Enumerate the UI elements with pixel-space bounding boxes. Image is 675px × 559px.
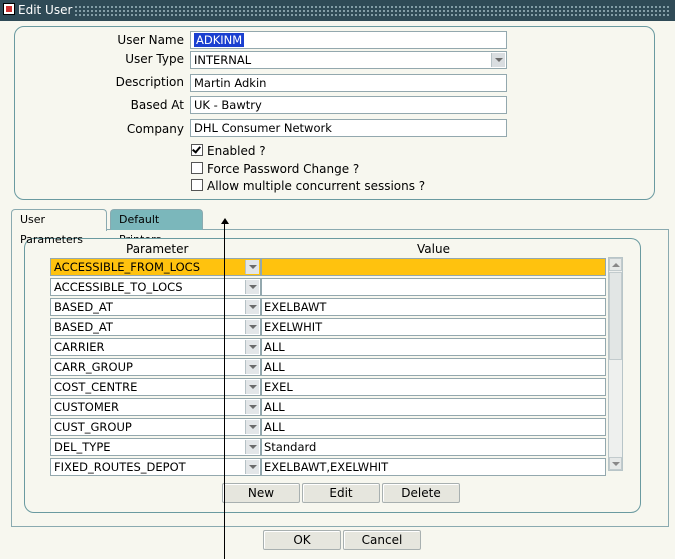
chevron-down-icon[interactable] xyxy=(245,260,259,274)
cancel-button[interactable]: Cancel xyxy=(343,530,421,550)
value-cell[interactable] xyxy=(261,278,606,296)
company-label: Company xyxy=(126,122,184,136)
edit-button[interactable]: Edit xyxy=(302,483,380,503)
window-title: Edit User xyxy=(18,3,73,17)
chevron-down-icon[interactable] xyxy=(245,380,259,394)
parameter-cell[interactable]: ACCESSIBLE_FROM_LOCS xyxy=(50,258,261,276)
value-cell[interactable]: ALL xyxy=(261,398,606,416)
chevron-down-icon[interactable] xyxy=(245,440,259,454)
user-type-value: INTERNAL xyxy=(194,53,252,67)
value-cell-text: EXELBAWT xyxy=(264,300,327,314)
value-cell[interactable]: ALL xyxy=(261,418,606,436)
parameter-cell-text: BASED_AT xyxy=(54,300,113,314)
scroll-thumb[interactable] xyxy=(609,272,622,360)
enabled-checkbox[interactable]: Enabled ? xyxy=(191,144,266,158)
parameter-cell[interactable]: BASED_AT xyxy=(50,298,261,316)
chevron-down-icon[interactable] xyxy=(245,360,259,374)
scroll-up-icon[interactable] xyxy=(609,258,622,271)
value-cell-text: EXELWHIT xyxy=(264,320,323,334)
parameter-cell-text: DEL_TYPE xyxy=(54,440,111,454)
value-column-header: Value xyxy=(417,242,450,256)
grid-scrollbar[interactable] xyxy=(608,257,623,471)
value-cell[interactable]: Standard xyxy=(261,438,606,456)
parameter-cell[interactable]: CARRIER xyxy=(50,338,261,356)
parameter-cell[interactable]: FIXED_ROUTES_DEPOT xyxy=(50,458,261,476)
parameter-cell-text: CARRIER xyxy=(54,340,105,354)
cursor-line xyxy=(224,222,225,559)
value-cell-text: ALL xyxy=(264,400,285,414)
chevron-down-icon[interactable] xyxy=(245,400,259,414)
checkbox-unchecked-icon[interactable] xyxy=(191,162,203,174)
user-type-label: User Type xyxy=(125,52,184,66)
enabled-label: Enabled ? xyxy=(207,144,266,158)
parameter-cell[interactable]: CUST_GROUP xyxy=(50,418,261,436)
description-value: Martin Adkin xyxy=(194,76,267,90)
value-cell-text: EXELBAWT,EXELWHIT xyxy=(264,460,389,474)
chevron-down-icon[interactable] xyxy=(245,300,259,314)
parameter-cell-text: BASED_AT xyxy=(54,320,113,334)
value-cell[interactable]: ALL xyxy=(261,358,606,376)
titlebar-grip xyxy=(74,5,671,16)
value-cell-text: EXEL xyxy=(264,380,293,394)
value-cell-text: Standard xyxy=(264,440,317,454)
parameter-cell[interactable]: DEL_TYPE xyxy=(50,438,261,456)
user-name-value: ADKINM xyxy=(194,33,245,47)
parameter-cell-text: FIXED_ROUTES_DEPOT xyxy=(54,460,186,474)
parameter-cell[interactable]: ACCESSIBLE_TO_LOCS xyxy=(50,278,261,296)
parameter-cell[interactable]: CARR_GROUP xyxy=(50,358,261,376)
tab-label: User Parameters xyxy=(20,213,83,246)
value-cell[interactable]: ALL xyxy=(261,338,606,356)
chevron-down-icon[interactable] xyxy=(245,460,259,474)
scroll-down-icon[interactable] xyxy=(609,457,622,470)
parameter-cell[interactable]: COST_CENTRE xyxy=(50,378,261,396)
description-label: Description xyxy=(115,75,184,89)
new-button[interactable]: New xyxy=(222,483,300,503)
parameter-cell-text: ACCESSIBLE_FROM_LOCS xyxy=(54,260,201,274)
tab-default-printers[interactable]: Default Printers xyxy=(110,209,203,246)
checkbox-unchecked-icon[interactable] xyxy=(191,179,203,191)
description-field[interactable]: Martin Adkin xyxy=(190,74,507,92)
window-titlebar[interactable]: Edit User xyxy=(0,0,675,21)
value-cell-text: ALL xyxy=(264,420,285,434)
ok-button[interactable]: OK xyxy=(263,530,341,550)
user-name-field[interactable]: ADKINM xyxy=(190,31,507,49)
value-cell[interactable]: EXELBAWT,EXELWHIT xyxy=(261,458,606,476)
cursor-arrow-icon xyxy=(221,218,229,224)
company-field[interactable]: DHL Consumer Network xyxy=(190,119,507,137)
based-at-value: UK - Bawtry xyxy=(194,98,262,112)
value-cell-text: ALL xyxy=(264,360,285,374)
value-cell[interactable]: EXEL xyxy=(261,378,606,396)
value-cell[interactable]: EXELWHIT xyxy=(261,318,606,336)
value-cell-text: ALL xyxy=(264,340,285,354)
parameter-column-header: Parameter xyxy=(126,242,189,256)
parameter-cell-text: ACCESSIBLE_TO_LOCS xyxy=(54,280,183,294)
parameter-cell[interactable]: CUSTOMER xyxy=(50,398,261,416)
app-icon xyxy=(3,3,15,15)
multi-session-label: Allow multiple concurrent sessions ? xyxy=(207,179,426,193)
parameter-cell-text: CUST_GROUP xyxy=(54,420,132,434)
chevron-down-icon[interactable] xyxy=(245,280,259,294)
user-name-label: User Name xyxy=(117,33,184,47)
company-value: DHL Consumer Network xyxy=(194,121,332,135)
force-password-label: Force Password Change ? xyxy=(207,162,360,176)
chevron-down-icon[interactable] xyxy=(245,320,259,334)
delete-button[interactable]: Delete xyxy=(382,483,460,503)
based-at-label: Based At xyxy=(130,98,184,112)
parameter-cell-text: CUSTOMER xyxy=(54,400,120,414)
value-cell[interactable] xyxy=(261,258,606,276)
parameter-cell[interactable]: BASED_AT xyxy=(50,318,261,336)
chevron-down-icon[interactable] xyxy=(245,420,259,434)
value-cell[interactable]: EXELBAWT xyxy=(261,298,606,316)
parameter-cell-text: COST_CENTRE xyxy=(54,380,138,394)
multi-session-checkbox[interactable]: Allow multiple concurrent sessions ? xyxy=(191,179,425,193)
parameter-cell-text: CARR_GROUP xyxy=(54,360,133,374)
based-at-field[interactable]: UK - Bawtry xyxy=(190,96,507,114)
tab-user-parameters[interactable]: User Parameters xyxy=(11,209,107,246)
checkbox-checked-icon[interactable] xyxy=(191,144,203,156)
user-type-dropdown[interactable]: INTERNAL xyxy=(190,51,507,69)
chevron-down-icon[interactable] xyxy=(245,340,259,354)
force-password-checkbox[interactable]: Force Password Change ? xyxy=(191,162,359,176)
chevron-down-icon[interactable] xyxy=(491,53,505,67)
